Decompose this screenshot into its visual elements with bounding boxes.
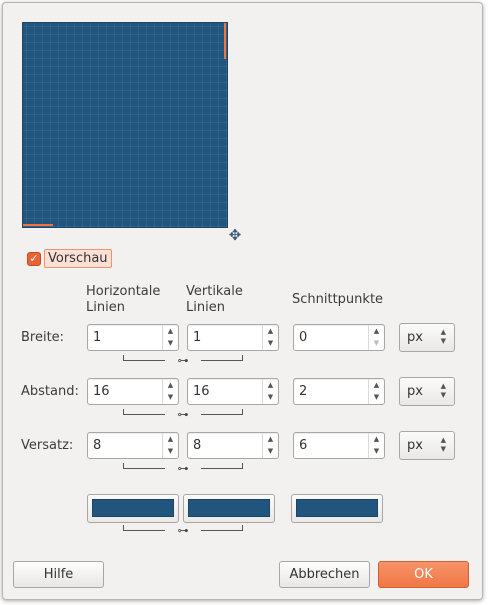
offset-vertical-spinbox[interactable]: 8 ▲ ▼	[187, 432, 279, 459]
width-chain-button[interactable]: ⊶	[123, 355, 243, 367]
width-intersections-spinbox[interactable]: 0 ▲ ▼	[293, 324, 385, 351]
horizontal-color-button[interactable]	[87, 494, 179, 523]
color-chain-button[interactable]: ⊶	[123, 525, 243, 537]
arrow-down-icon[interactable]: ▼	[263, 391, 278, 403]
cancel-button[interactable]: Abbrechen	[279, 561, 370, 588]
help-button[interactable]: Hilfe	[13, 561, 104, 588]
arrow-up-icon[interactable]: ▲	[163, 433, 178, 445]
offset-horizontal-spinbox[interactable]: 8 ▲ ▼	[87, 432, 179, 459]
ok-button[interactable]: OK	[378, 561, 469, 588]
spin-value: 8	[93, 438, 102, 453]
unit-dropdown-icon: ▲ ▼	[440, 436, 446, 453]
spin-value: 16	[193, 384, 210, 399]
arrow-up-icon[interactable]: ▲	[163, 325, 178, 337]
preview-label[interactable]: Vorschau	[44, 249, 112, 268]
column-header-intersections: Schnittpunkte	[292, 292, 384, 307]
preview-scroll-handle-vertical[interactable]	[224, 23, 226, 59]
arrow-up-icon[interactable]: ▲	[263, 433, 278, 445]
arrow-up-icon[interactable]: ▲	[263, 325, 278, 337]
offset-chain-button[interactable]: ⊶	[123, 463, 243, 475]
arrow-down-icon[interactable]: ▼	[369, 391, 384, 403]
spacing-vertical-spinbox[interactable]: 16 ▲ ▼	[187, 378, 279, 405]
row-label-spacing: Abstand:	[21, 384, 79, 399]
spin-value: 1	[93, 330, 102, 345]
width-vertical-spinbox[interactable]: 1 ▲ ▼	[187, 324, 279, 351]
unit-value: px	[407, 438, 423, 453]
offset-unit-select[interactable]: px ▲ ▼	[399, 431, 455, 460]
width-horizontal-spinbox[interactable]: 1 ▲ ▼	[87, 324, 179, 351]
arrow-up-icon[interactable]: ▲	[263, 379, 278, 391]
row-label-width: Breite:	[21, 330, 65, 345]
arrow-down-icon[interactable]: ▼	[369, 445, 384, 457]
spin-value: 8	[193, 438, 202, 453]
unit-value: px	[407, 330, 423, 345]
spin-value: 16	[93, 384, 110, 399]
spin-value: 0	[299, 330, 308, 345]
width-unit-select[interactable]: px ▲ ▼	[399, 323, 455, 352]
unit-dropdown-icon: ▲ ▼	[440, 382, 446, 399]
grid-preview[interactable]	[22, 22, 228, 228]
chain-link-icon: ⊶	[177, 462, 189, 475]
spacing-intersections-spinbox[interactable]: 2 ▲ ▼	[293, 378, 385, 405]
arrow-up-icon[interactable]: ▲	[369, 325, 384, 337]
spin-value: 6	[299, 438, 308, 453]
arrow-down-icon[interactable]: ▼	[263, 445, 278, 457]
vertical-color-button[interactable]	[183, 494, 275, 523]
move-cross-icon[interactable]: ✥	[227, 227, 243, 243]
grid-dialog: ✥ ✓ Vorschau Horizontale Linien Vertikal…	[2, 2, 483, 600]
chain-link-icon: ⊶	[177, 524, 189, 537]
arrow-up-icon[interactable]: ▲	[163, 379, 178, 391]
spacing-horizontal-spinbox[interactable]: 16 ▲ ▼	[87, 378, 179, 405]
spin-value: 2	[299, 384, 308, 399]
unit-value: px	[407, 384, 423, 399]
arrow-down-icon[interactable]: ▼	[369, 337, 384, 349]
column-header-vertical: Vertikale Linien	[186, 284, 243, 315]
arrow-down-icon[interactable]: ▼	[163, 337, 178, 349]
offset-intersections-spinbox[interactable]: 6 ▲ ▼	[293, 432, 385, 459]
arrow-down-icon[interactable]: ▼	[163, 391, 178, 403]
horizontal-color-swatch	[92, 499, 174, 517]
arrow-up-icon[interactable]: ▲	[369, 379, 384, 391]
arrow-down-icon[interactable]: ▼	[163, 445, 178, 457]
row-label-offset: Versatz:	[21, 438, 74, 453]
spin-value: 1	[193, 330, 202, 345]
preview-checkbox[interactable]: ✓	[27, 252, 41, 266]
arrow-up-icon[interactable]: ▲	[369, 433, 384, 445]
spacing-unit-select[interactable]: px ▲ ▼	[399, 377, 455, 406]
spacing-chain-button[interactable]: ⊶	[123, 409, 243, 421]
intersections-color-swatch	[296, 499, 378, 517]
preview-scroll-handle-horizontal[interactable]	[23, 224, 53, 226]
arrow-down-icon[interactable]: ▼	[263, 337, 278, 349]
intersections-color-button[interactable]	[291, 494, 383, 523]
column-header-horizontal: Horizontale Linien	[86, 284, 161, 315]
vertical-color-swatch	[188, 499, 270, 517]
chain-link-icon: ⊶	[177, 354, 189, 367]
chain-link-icon: ⊶	[177, 408, 189, 421]
unit-dropdown-icon: ▲ ▼	[440, 328, 446, 345]
